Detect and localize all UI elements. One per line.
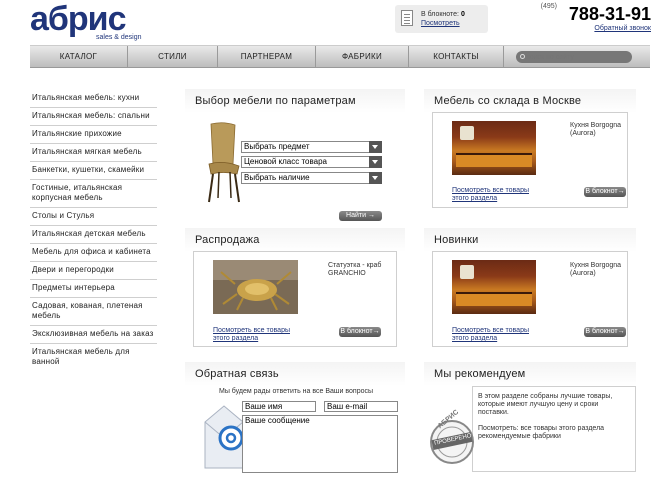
- filter-title: Выбор мебели по параметрам: [185, 89, 405, 113]
- notepad-view-link[interactable]: Посмотреть: [421, 20, 460, 27]
- select-availability-value: Выбрать наличие: [244, 173, 310, 182]
- notepad-icon: [401, 10, 413, 26]
- notepad-widget: В блокноте: 0 Посмотреть: [395, 5, 488, 33]
- chevron-down-icon: [369, 141, 382, 153]
- sidebar-item-hallways[interactable]: Итальянские прихожие: [30, 126, 157, 144]
- select-price-class-value: Ценовой класс товара: [244, 157, 327, 166]
- stock-product-image[interactable]: [452, 121, 536, 175]
- feedback-message-field[interactable]: Ваше сообщение: [242, 415, 398, 473]
- sale-product-name[interactable]: Статуэтка - краб GRANCHIO: [328, 262, 390, 278]
- stock-notepad-button[interactable]: В блокнот→: [584, 187, 626, 197]
- nav-catalog[interactable]: КАТАЛОГ: [30, 46, 128, 68]
- new-title: Новинки: [424, 228, 636, 252]
- nav-partners[interactable]: ПАРТНЕРАМ: [218, 46, 316, 68]
- sidebar-item-interior[interactable]: Предметы интерьера: [30, 280, 157, 298]
- stock-view-all-link[interactable]: Посмотреть все товары этого раздела: [452, 187, 547, 203]
- sidebar-item-office[interactable]: Мебель для офиса и кабинета: [30, 244, 157, 262]
- stock-title: Мебель со склада в Москве: [424, 89, 636, 113]
- stock-product-name[interactable]: Кухня Borgogna (Aurora): [570, 122, 625, 138]
- new-product-image[interactable]: [452, 260, 536, 314]
- notepad-count: 0: [460, 11, 465, 18]
- logo-tagline: sales & design: [96, 34, 142, 41]
- sale-notepad-button[interactable]: В блокнот→: [339, 327, 381, 337]
- sidebar-item-bathroom[interactable]: Итальянская мебель для ванной: [30, 344, 157, 371]
- phone-code: (495): [540, 3, 557, 10]
- feedback-title: Обратная связь: [185, 362, 405, 386]
- recommend-title: Мы рекомендуем: [424, 362, 636, 386]
- search-input[interactable]: [526, 51, 630, 63]
- phone-number: 788-31-91: [568, 4, 651, 24]
- sale-view-all-link[interactable]: Посмотреть все товары этого раздела: [213, 327, 308, 343]
- callback-link[interactable]: Обратный звонок: [594, 25, 651, 32]
- feedback-email-field[interactable]: [324, 401, 398, 412]
- sidebar-item-living-rooms[interactable]: Гостиные, итальянская корпусная мебель: [30, 180, 157, 208]
- logo-text: абрис: [30, 0, 126, 38]
- feedback-name-field[interactable]: [242, 401, 316, 412]
- sidebar-item-upholstered[interactable]: Итальянская мягкая мебель: [30, 144, 157, 162]
- sale-title: Распродажа: [185, 228, 405, 252]
- sidebar-item-bedrooms[interactable]: Итальянская мебель: спальни: [30, 108, 157, 126]
- envelope-at-icon: [204, 405, 244, 469]
- new-view-all-link[interactable]: Посмотреть все товары этого раздела: [452, 327, 547, 343]
- chevron-down-icon: [369, 172, 382, 184]
- nav-factories[interactable]: ФАБРИКИ: [316, 46, 409, 68]
- phone-block: 788-31-91 Обратный звонок: [568, 4, 651, 32]
- sidebar-item-kids[interactable]: Итальянская детская мебель: [30, 226, 157, 244]
- recommend-text: В этом разделе собраны лучшие товары, ко…: [478, 393, 613, 416]
- select-price-class[interactable]: Ценовой класс товара: [241, 156, 382, 168]
- new-notepad-button[interactable]: В блокнот→: [584, 327, 626, 337]
- feedback-intro: Мы будем рады ответить на все Ваши вопро…: [219, 388, 374, 395]
- main-nav: КАТАЛОГ СТИЛИ ПАРТНЕРАМ ФАБРИКИ КОНТАКТЫ: [30, 45, 650, 68]
- sidebar: Итальянская мебель: кухни Итальянская ме…: [30, 90, 157, 371]
- select-item[interactable]: Выбрать предмет: [241, 141, 382, 153]
- nav-contacts[interactable]: КОНТАКТЫ: [409, 46, 504, 68]
- nav-styles[interactable]: СТИЛИ: [128, 46, 218, 68]
- chair-image: [208, 122, 240, 203]
- sale-product-image[interactable]: [213, 260, 298, 314]
- select-availability[interactable]: Выбрать наличие: [241, 172, 382, 184]
- chevron-down-icon: [369, 156, 382, 168]
- notepad-label: В блокноте:: [421, 11, 459, 18]
- notepad-count-text: В блокноте: 0: [421, 11, 465, 18]
- new-product-name[interactable]: Кухня Borgogna (Aurora): [570, 262, 625, 278]
- sidebar-item-garden[interactable]: Садовая, кованая, плетеная мебель: [30, 298, 157, 326]
- find-button[interactable]: Найти →: [339, 211, 382, 221]
- search-icon: [520, 54, 525, 59]
- sidebar-item-exclusive[interactable]: Эксклюзивная мебель на заказ: [30, 326, 157, 344]
- search-box: [516, 51, 632, 63]
- logo[interactable]: абрис sales & design: [30, 0, 142, 41]
- sidebar-item-kitchens[interactable]: Итальянская мебель: кухни: [30, 90, 157, 108]
- sidebar-item-tables-chairs[interactable]: Столы и Стулья: [30, 208, 157, 226]
- recommend-links[interactable]: Посмотреть: все товары этого раздела рек…: [478, 425, 626, 441]
- sidebar-item-benches[interactable]: Банкетки, кушетки, скамейки: [30, 162, 157, 180]
- select-item-value: Выбрать предмет: [244, 142, 310, 151]
- sidebar-item-doors[interactable]: Двери и перегородки: [30, 262, 157, 280]
